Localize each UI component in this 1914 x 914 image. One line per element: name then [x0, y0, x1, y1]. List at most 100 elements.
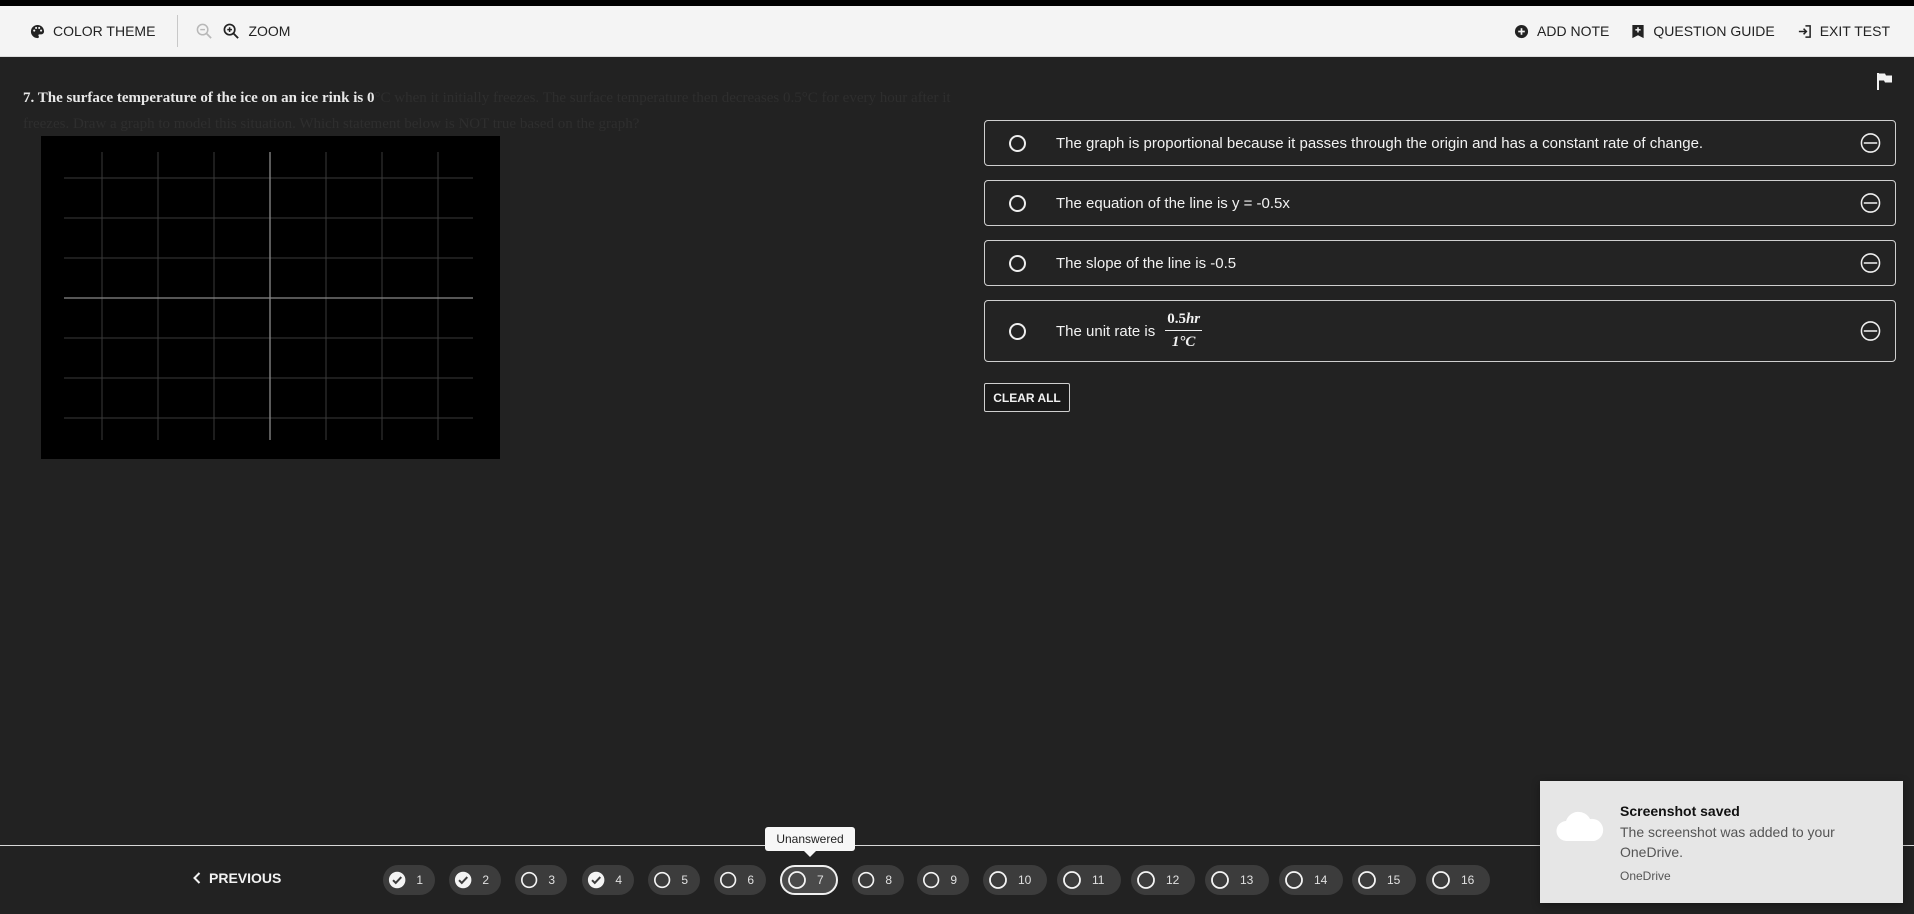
- empty-circle-icon: [521, 871, 538, 889]
- onedrive-cloud-icon: [1556, 811, 1604, 842]
- bookmark-plus-icon: [1632, 24, 1644, 38]
- add-note-button[interactable]: ADD NOTE: [1514, 23, 1609, 39]
- question-nav-7[interactable]: 7: [780, 865, 838, 895]
- choice-text: The equation of the line is y = -0.5x: [1056, 194, 1290, 212]
- zoom-in-button[interactable]: ZOOM: [223, 23, 290, 40]
- question-nav-1[interactable]: 1: [383, 865, 435, 895]
- empty-circle-icon: [1285, 871, 1303, 889]
- question-number: 2: [482, 873, 489, 887]
- notification-body: The screenshot was added to your OneDriv…: [1620, 824, 1835, 860]
- notification-title: Screenshot saved: [1620, 803, 1740, 819]
- question-number: 3: [548, 873, 555, 887]
- question-nav-15[interactable]: 15: [1352, 865, 1416, 895]
- graph-area[interactable]: [41, 136, 500, 459]
- question-number: 5: [681, 873, 688, 887]
- plus-circle-icon: [1514, 24, 1529, 38]
- question-guide-label: QUESTION GUIDE: [1653, 23, 1775, 39]
- question-number: 11: [1092, 873, 1105, 887]
- question-number: 13: [1240, 873, 1254, 887]
- answer-choice-a[interactable]: The graph is proportional because it pas…: [984, 120, 1896, 166]
- eliminate-icon[interactable]: [1860, 321, 1881, 342]
- chevron-left-icon: [193, 872, 201, 884]
- question-nav-5[interactable]: 5: [648, 865, 700, 895]
- check-circle-icon: [587, 871, 605, 889]
- unit-rate-fraction: 0.5hr 1°C: [1165, 311, 1203, 351]
- color-theme-label: COLOR THEME: [53, 23, 156, 39]
- radio-button[interactable]: [1009, 134, 1026, 152]
- previous-button[interactable]: PREVIOUS: [193, 870, 281, 886]
- question-number: 12: [1166, 873, 1180, 887]
- radio-button[interactable]: [1009, 194, 1026, 212]
- empty-circle-icon: [720, 871, 737, 889]
- zoom-label: ZOOM: [248, 23, 291, 39]
- empty-circle-icon: [858, 871, 875, 889]
- question-nav-10[interactable]: 10: [983, 865, 1047, 895]
- question-number: 4: [615, 873, 622, 887]
- empty-circle-icon: [654, 871, 671, 889]
- question-nav-16[interactable]: 16: [1426, 865, 1490, 895]
- question-number: 8: [885, 873, 892, 887]
- question-lead: 7. The surface temperature of the ice on…: [23, 90, 375, 106]
- flag-icon[interactable]: [1876, 72, 1893, 91]
- question-nav-6[interactable]: 6: [714, 865, 766, 895]
- empty-circle-icon: [923, 871, 940, 889]
- question-nav-3[interactable]: 3: [515, 865, 567, 895]
- choice-text: The slope of the line is -0.5: [1056, 254, 1237, 272]
- eliminate-icon[interactable]: [1860, 193, 1881, 214]
- eliminate-icon[interactable]: [1860, 133, 1881, 154]
- question-number: 10: [1018, 873, 1032, 887]
- question-nav-11[interactable]: 11: [1057, 865, 1121, 895]
- empty-circle-icon: [788, 871, 806, 889]
- exit-icon: [1798, 24, 1811, 38]
- choice-text: The graph is proportional because it pas…: [1056, 134, 1704, 152]
- answer-choice-d[interactable]: The unit rate is 0.5hr 1°C: [984, 300, 1896, 362]
- empty-circle-icon: [989, 871, 1007, 889]
- question-number: 6: [747, 873, 754, 887]
- fraction-denominator: 1°C: [1171, 334, 1196, 350]
- question-nav-4[interactable]: 4: [582, 865, 634, 895]
- eliminate-icon[interactable]: [1860, 253, 1881, 274]
- coordinate-grid[interactable]: [41, 136, 500, 459]
- question-guide-button[interactable]: QUESTION GUIDE: [1631, 23, 1775, 39]
- question-number: 16: [1461, 873, 1475, 887]
- exit-test-button[interactable]: EXIT TEST: [1797, 23, 1890, 39]
- empty-circle-icon: [1432, 871, 1450, 889]
- question-nav-8[interactable]: 8: [852, 865, 904, 895]
- check-circle-icon: [388, 871, 406, 889]
- question-nav-2[interactable]: 2: [449, 865, 501, 895]
- zoom-in-icon: [224, 23, 240, 39]
- radio-button[interactable]: [1009, 254, 1026, 272]
- empty-circle-icon: [1063, 871, 1081, 889]
- previous-label: PREVIOUS: [209, 870, 282, 886]
- top-toolbar: COLOR THEME ZOOM ADD NOTE QUESTION GUIDE…: [0, 6, 1914, 57]
- answer-choice-c[interactable]: The slope of the line is -0.5: [984, 240, 1896, 286]
- question-nav-14[interactable]: 14: [1279, 865, 1343, 895]
- notification-source: OneDrive: [1620, 869, 1671, 883]
- question-text: 7. The surface temperature of the ice on…: [23, 85, 953, 137]
- status-tooltip: Unanswered: [765, 827, 855, 857]
- question-number: 9: [950, 873, 957, 887]
- question-number: 15: [1387, 873, 1401, 887]
- clear-all-button[interactable]: CLEAR ALL: [984, 383, 1070, 412]
- question-nav-13[interactable]: 13: [1205, 865, 1269, 895]
- fraction-numerator: 0.5hr: [1165, 311, 1203, 331]
- zoom-out-icon[interactable]: [196, 23, 213, 40]
- exit-test-label: EXIT TEST: [1819, 23, 1890, 39]
- question-nav-12[interactable]: 12: [1131, 865, 1195, 895]
- check-circle-icon: [454, 871, 472, 889]
- palette-icon: [30, 24, 45, 38]
- question-number: 1: [416, 873, 423, 887]
- answer-choice-b[interactable]: The equation of the line is y = -0.5x: [984, 180, 1896, 226]
- empty-circle-icon: [1137, 871, 1155, 889]
- main-content: 7. The surface temperature of the ice on…: [0, 57, 1914, 845]
- add-note-label: ADD NOTE: [1537, 23, 1610, 39]
- screenshot-notification[interactable]: Screenshot saved The screenshot was adde…: [1540, 781, 1903, 903]
- color-theme-button[interactable]: COLOR THEME: [30, 23, 155, 39]
- question-number: 14: [1314, 873, 1328, 887]
- choice-text-lead: The unit rate is: [1056, 322, 1156, 340]
- empty-circle-icon: [1358, 871, 1376, 889]
- toolbar-divider: [177, 15, 179, 47]
- question-nav-9[interactable]: 9: [917, 865, 969, 895]
- empty-circle-icon: [1211, 871, 1229, 889]
- radio-button[interactable]: [1009, 322, 1026, 340]
